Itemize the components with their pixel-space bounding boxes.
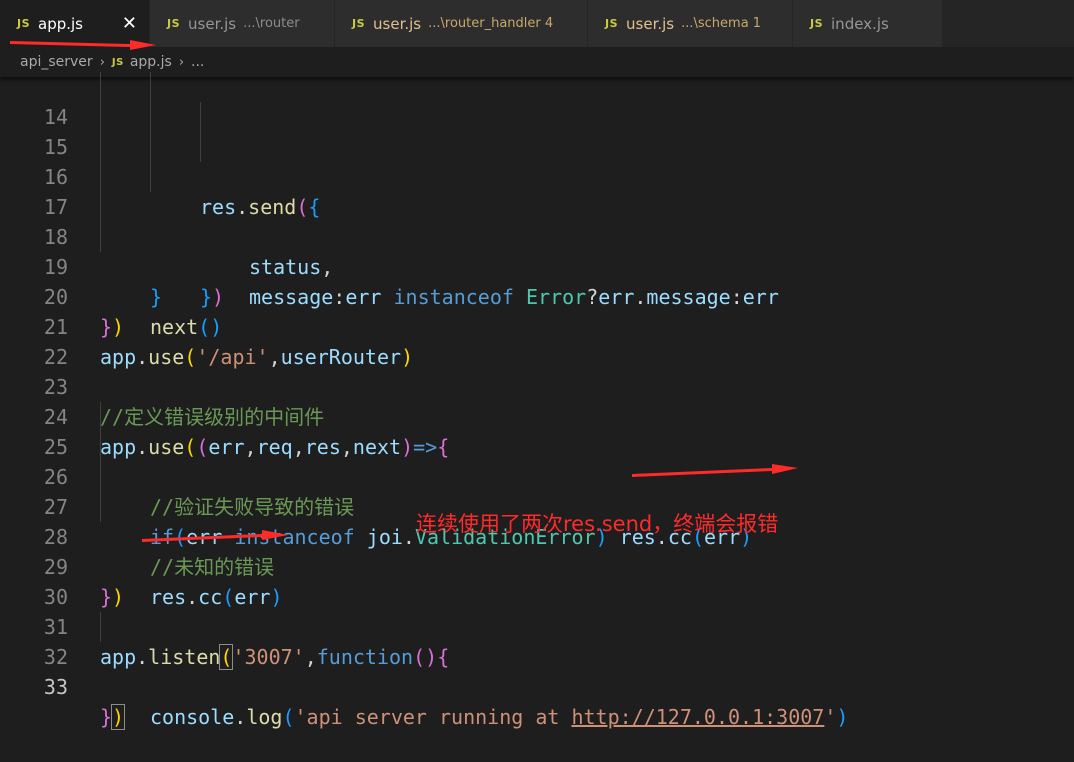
code-line[interactable]: 14 res.send({ <box>0 72 1074 219</box>
tab-user-js-router-handler[interactable]: JS user.js ...\router_handler 4 <box>335 0 588 47</box>
tab-index-js[interactable]: JS index.js <box>793 0 943 47</box>
code-line[interactable]: 25 //验证失败导致的错误 <box>0 402 1074 519</box>
code-line[interactable]: 19 next() <box>0 222 1074 339</box>
line-number: 33 <box>43 675 68 699</box>
breadcrumb-symbols[interactable]: ... <box>191 54 204 70</box>
breadcrumb-folder[interactable]: api_server <box>20 54 93 70</box>
code-line[interactable]: 27 //未知的错误 <box>0 462 1074 579</box>
annotation-text: 连续使用了两次res.send，终端会报错 <box>416 512 779 536</box>
indent-guide <box>100 612 101 642</box>
chevron-right-icon: › <box>178 54 185 70</box>
javascript-file-icon: JS <box>605 17 619 30</box>
tab-app-js[interactable]: JS app.js ✕ <box>0 0 150 47</box>
indent-guide <box>100 402 101 432</box>
indent-guide <box>100 72 101 102</box>
code-line[interactable]: 24 app.use((err,req,res,next)=>{ <box>0 372 1074 459</box>
code-line[interactable]: 32 console.log('api server running at ht… <box>0 612 1074 729</box>
javascript-file-icon: JS <box>810 17 824 30</box>
code-line[interactable]: 26 if(err instanceof joi.ValidationError… <box>0 432 1074 549</box>
indent-guide <box>100 192 101 222</box>
close-tab-icon[interactable]: ✕ <box>122 13 137 34</box>
code-line[interactable]: 21 app.use('/api',userRouter) <box>0 282 1074 369</box>
indent-guide <box>150 162 151 192</box>
tab-user-js-schema[interactable]: JS user.js ...\schema 1 <box>588 0 793 47</box>
indent-guide <box>150 132 151 162</box>
javascript-file-icon: JS <box>167 17 181 30</box>
indent-guide <box>100 222 101 252</box>
breadcrumb-file[interactable]: app.js <box>130 54 172 70</box>
tab-label: user.js <box>188 14 237 33</box>
code-line[interactable]: 20 }) <box>0 252 1074 339</box>
indent-guide <box>100 132 101 162</box>
indent-guide <box>100 432 101 462</box>
indent-guide <box>100 102 101 132</box>
chevron-right-icon: › <box>99 54 105 70</box>
tab-path-description: ...\router <box>243 16 300 31</box>
indent-guide <box>100 492 101 522</box>
indent-guide <box>100 462 101 492</box>
tab-label: user.js <box>373 14 422 33</box>
tab-label: user.js <box>626 14 675 33</box>
code-line[interactable]: 31 app.listen('3007',function(){ <box>0 582 1074 670</box>
tab-user-js-router[interactable]: JS user.js ...\router <box>150 0 335 47</box>
indent-guide <box>200 132 201 162</box>
code-line[interactable]: 23 //定义错误级别的中间件 <box>0 342 1074 429</box>
javascript-file-icon: JS <box>111 56 124 68</box>
tab-label: app.js <box>38 14 84 33</box>
code-line[interactable]: 33 }) <box>0 642 1074 730</box>
code-line[interactable]: 30 <box>0 552 1074 609</box>
code-line[interactable]: 22 <box>0 312 1074 369</box>
indent-guide <box>200 102 201 132</box>
indent-guide <box>150 72 151 102</box>
code-line[interactable]: 17 }) <box>0 162 1074 309</box>
code-editor[interactable]: 14 res.send({ 15 status, 16 message:err … <box>0 72 1074 730</box>
code-line[interactable]: 16 message:err instanceof Error?err.mess… <box>0 132 1074 309</box>
indent-guide <box>150 102 151 132</box>
editor-tab-bar: JS app.js ✕ JS user.js ...\router JS use… <box>0 0 1074 47</box>
tab-label: index.js <box>831 14 889 33</box>
javascript-file-icon: JS <box>17 17 31 30</box>
tab-path-description: ...\router_handler 4 <box>428 16 554 31</box>
code-line[interactable]: 15 status, <box>0 102 1074 279</box>
javascript-file-icon: JS <box>352 17 366 30</box>
indent-guide <box>100 162 101 192</box>
code-line[interactable]: 18 } <box>0 192 1074 309</box>
tab-path-description: ...\schema 1 <box>681 16 762 31</box>
